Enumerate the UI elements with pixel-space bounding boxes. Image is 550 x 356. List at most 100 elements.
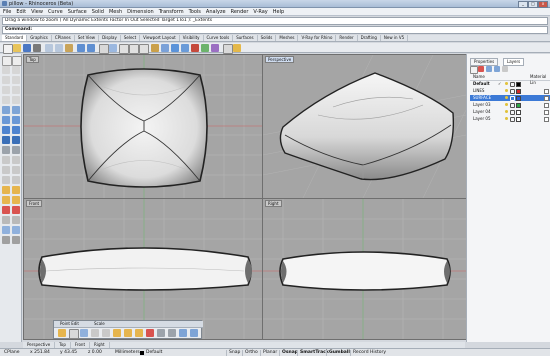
menu-solid[interactable]: Solid bbox=[92, 8, 104, 15]
tab-standard[interactable]: Standard bbox=[2, 35, 28, 41]
analyze-icon[interactable] bbox=[2, 236, 10, 244]
move-icon[interactable] bbox=[2, 186, 10, 194]
tab-meshes[interactable]: Meshes bbox=[276, 35, 299, 41]
move-up-icon[interactable] bbox=[486, 66, 492, 72]
tab-curve-tools[interactable]: Curve tools bbox=[204, 35, 234, 41]
tab-new-in-v5[interactable]: New in V5 bbox=[381, 35, 409, 41]
zoom-icon[interactable] bbox=[119, 44, 129, 54]
viewport-label-front[interactable]: Front bbox=[26, 200, 43, 207]
smooth-icon[interactable] bbox=[157, 329, 165, 337]
render-icon[interactable] bbox=[211, 44, 219, 52]
offset-icon[interactable] bbox=[2, 166, 10, 174]
lock-icon[interactable] bbox=[510, 82, 515, 87]
extrude-curve-icon[interactable] bbox=[12, 106, 20, 114]
layer-row[interactable]: LINES bbox=[470, 88, 550, 94]
lock-icon[interactable] bbox=[510, 89, 515, 94]
mesh-icon[interactable] bbox=[2, 146, 10, 154]
curve-icon[interactable] bbox=[12, 66, 20, 74]
record-history-toggle[interactable]: Record History bbox=[350, 350, 388, 356]
boolean-union-icon[interactable] bbox=[12, 136, 20, 144]
layer-color-swatch[interactable] bbox=[516, 110, 521, 115]
split-icon[interactable] bbox=[2, 176, 10, 184]
remove-knot-icon[interactable] bbox=[102, 329, 110, 337]
minimize-button[interactable]: _ bbox=[518, 1, 528, 8]
layer-row[interactable]: Layer 04 bbox=[470, 109, 550, 115]
planar-toggle[interactable]: Planar bbox=[260, 350, 279, 356]
tab-visibility[interactable]: Visibility bbox=[180, 35, 204, 41]
delete-layer-icon[interactable] bbox=[478, 66, 484, 72]
mirror-icon[interactable] bbox=[2, 206, 10, 214]
new-file-icon[interactable] bbox=[3, 44, 13, 54]
ortho-toggle[interactable]: Ortho bbox=[242, 350, 260, 356]
surface-corners-icon[interactable] bbox=[2, 106, 10, 114]
four-viewports-icon[interactable] bbox=[161, 44, 169, 52]
lightbulb-icon[interactable] bbox=[505, 89, 508, 92]
gumball-toggle[interactable]: Gumball bbox=[326, 350, 352, 356]
select-icon[interactable] bbox=[151, 44, 159, 52]
pan-icon[interactable] bbox=[99, 44, 109, 54]
menu-vray[interactable]: V-Ray bbox=[253, 8, 267, 15]
zoom-window-icon[interactable] bbox=[129, 44, 139, 54]
layer-row[interactable]: SURFACE bbox=[470, 95, 550, 101]
lock-icon[interactable] bbox=[510, 110, 515, 115]
insert-knot-icon[interactable] bbox=[91, 329, 99, 337]
menu-render[interactable]: Render bbox=[231, 8, 249, 15]
layer-row[interactable]: Layer 05 bbox=[470, 116, 550, 122]
tab-solids[interactable]: Solids bbox=[258, 35, 277, 41]
chamfer-icon[interactable] bbox=[12, 156, 20, 164]
new-layer-icon[interactable] bbox=[470, 66, 478, 74]
viewport-front[interactable]: Front bbox=[23, 198, 263, 340]
move-down-icon[interactable] bbox=[494, 66, 500, 72]
loft-icon[interactable] bbox=[2, 116, 10, 124]
lightbulb-icon[interactable] bbox=[505, 117, 508, 120]
scale-icon[interactable] bbox=[12, 196, 20, 204]
menu-help[interactable]: Help bbox=[273, 8, 284, 15]
tab-properties[interactable]: Properties bbox=[470, 58, 499, 66]
material-swatch[interactable] bbox=[544, 117, 549, 122]
text-icon[interactable] bbox=[12, 96, 20, 104]
menu-view[interactable]: View bbox=[31, 8, 43, 15]
lightbulb-icon[interactable] bbox=[505, 82, 508, 85]
tab-vray[interactable]: V-Ray for Rhino bbox=[298, 35, 337, 41]
save-icon[interactable] bbox=[23, 44, 31, 52]
tab-graphics[interactable]: Graphics bbox=[27, 35, 52, 41]
open-folder-icon[interactable] bbox=[13, 44, 21, 52]
rotate-icon[interactable] bbox=[2, 196, 10, 204]
group-icon[interactable] bbox=[12, 216, 20, 224]
hatch-icon[interactable] bbox=[12, 226, 20, 234]
maximize-button[interactable]: □ bbox=[528, 1, 538, 8]
weight-icon[interactable] bbox=[190, 329, 198, 337]
menu-mesh[interactable]: Mesh bbox=[109, 8, 122, 15]
viewport-label-perspective[interactable]: Perspective bbox=[265, 56, 295, 63]
undo-icon[interactable] bbox=[77, 44, 85, 52]
material-swatch[interactable] bbox=[544, 110, 549, 115]
sphere-icon[interactable] bbox=[12, 126, 20, 134]
tab-render[interactable]: Render bbox=[336, 35, 358, 41]
nudge-icon[interactable] bbox=[168, 329, 176, 337]
lock-icon[interactable] bbox=[510, 96, 515, 101]
cplane-label[interactable]: CPlane bbox=[4, 350, 19, 356]
fillet-icon[interactable] bbox=[2, 156, 10, 164]
close-button[interactable]: x bbox=[538, 1, 548, 8]
nonuniform-scale-icon[interactable] bbox=[146, 329, 154, 337]
cushion-front-shape[interactable] bbox=[38, 247, 252, 291]
explode-icon[interactable] bbox=[2, 216, 10, 224]
drag-mode-icon[interactable] bbox=[179, 329, 187, 337]
viewport-top[interactable]: Top bbox=[23, 54, 263, 199]
layer-color-swatch[interactable] bbox=[516, 82, 521, 87]
viewport-right[interactable]: Right bbox=[262, 198, 467, 340]
join-icon[interactable] bbox=[12, 176, 20, 184]
layer-color-swatch[interactable] bbox=[516, 117, 521, 122]
control-points-icon[interactable] bbox=[12, 236, 20, 244]
lightbulb-icon[interactable] bbox=[505, 96, 508, 99]
scale-3d-icon[interactable] bbox=[113, 329, 121, 337]
ellipse-icon[interactable] bbox=[2, 96, 10, 104]
layer-icon[interactable] bbox=[191, 44, 199, 52]
redo-icon[interactable] bbox=[87, 44, 95, 52]
polyline-icon[interactable] bbox=[2, 66, 10, 74]
tab-set-view[interactable]: Set View bbox=[75, 35, 100, 41]
render-preview-icon[interactable] bbox=[181, 44, 189, 52]
material-swatch[interactable] bbox=[544, 96, 549, 101]
menu-analyze[interactable]: Analyze bbox=[206, 8, 226, 15]
options-icon[interactable] bbox=[223, 44, 233, 54]
